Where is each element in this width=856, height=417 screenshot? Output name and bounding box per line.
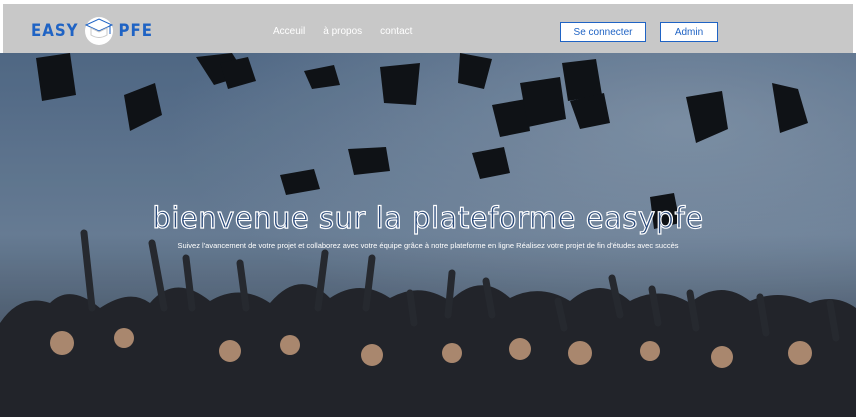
login-button[interactable]: Se connecter [560,22,646,42]
hero-background-image [0,53,856,417]
hero-section: bienvenue sur la plateforme easypfe Suiv… [0,53,856,417]
nav-menu: Acceuil à propos contact [273,26,430,37]
brand-logo[interactable]: EASY PFE [31,16,154,45]
brand-text-left: EASY [31,19,79,41]
hero-title: bienvenue sur la plateforme easypfe [152,200,704,235]
admin-button[interactable]: Admin [660,22,718,42]
page: EASY PFE Acceuil à propos contact Se con… [0,0,856,417]
navbar: EASY PFE Acceuil à propos contact Se con… [3,4,853,53]
brand-text-right: PFE [118,19,154,41]
graduation-cap-icon [84,17,113,45]
nav-link-contact[interactable]: contact [380,26,412,37]
hero-subtitle: Suivez l'avancement de votre projet et c… [177,241,679,250]
nav-link-accueil[interactable]: Acceuil [273,26,305,37]
nav-link-a-propos[interactable]: à propos [323,26,362,37]
